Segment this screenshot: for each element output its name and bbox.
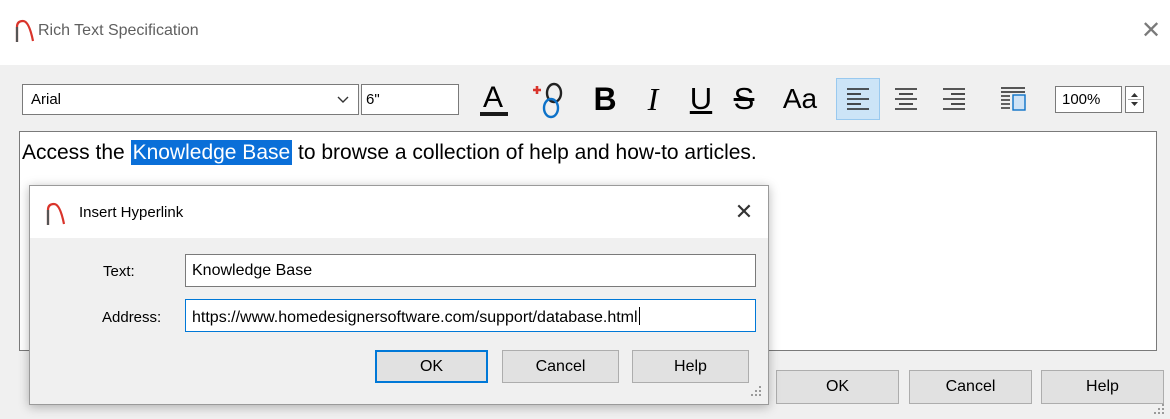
insert-link-icon <box>533 82 563 119</box>
resize-grip-icon[interactable] <box>1152 402 1166 416</box>
spin-arrows-icon <box>1128 93 1141 106</box>
main-cancel-button[interactable]: Cancel <box>909 370 1032 404</box>
dialog-help-button[interactable]: Help <box>632 350 749 383</box>
font-size-value: 6" <box>366 91 380 108</box>
dialog-resize-grip-icon[interactable] <box>749 384 763 398</box>
italic-icon: I <box>647 80 659 117</box>
dialog-ok-button[interactable]: OK <box>375 350 488 383</box>
main-window-title: Rich Text Specification <box>38 22 199 39</box>
editor-text-before: Access the <box>22 141 131 164</box>
dialog-title: Insert Hyperlink <box>79 204 184 221</box>
font-color-icon: A <box>480 81 508 116</box>
editor-text-after: to browse a collection of help and how-t… <box>292 141 757 164</box>
align-right-button[interactable] <box>934 78 974 120</box>
change-case-icon: Aa <box>782 83 818 114</box>
underline-icon: U <box>689 81 713 116</box>
svg-text:A: A <box>483 81 503 114</box>
text-caret <box>638 307 640 325</box>
insert-hyperlink-button[interactable] <box>525 78 571 120</box>
selected-link-text[interactable]: Knowledge Base <box>130 140 293 165</box>
columns-button[interactable] <box>992 78 1034 120</box>
font-family-select[interactable]: Arial <box>22 84 359 115</box>
zoom-field[interactable]: 100% <box>1055 86 1122 113</box>
zoom-stepper[interactable] <box>1125 86 1144 113</box>
main-title-bar: Rich Text Specification ✕ <box>0 0 1170 65</box>
insert-hyperlink-dialog: Insert Hyperlink ✕ Text: Knowledge Base … <box>29 185 769 405</box>
zoom-value: 100% <box>1062 91 1101 108</box>
chevron-down-icon[interactable] <box>336 89 350 114</box>
align-center-icon <box>895 88 917 110</box>
main-close-icon[interactable]: ✕ <box>1138 18 1164 44</box>
font-family-value: Arial <box>31 91 62 108</box>
editor-paragraph: Access the Knowledge Base to browse a co… <box>22 140 757 165</box>
font-color-button[interactable]: A <box>473 78 515 120</box>
app-logo-icon <box>15 19 35 42</box>
align-right-icon <box>943 88 965 110</box>
main-help-button[interactable]: Help <box>1041 370 1164 404</box>
underline-button[interactable]: U <box>681 78 721 120</box>
align-left-button[interactable] <box>836 78 880 120</box>
align-center-button[interactable] <box>886 78 926 120</box>
dialog-cancel-button[interactable]: Cancel <box>502 350 619 383</box>
font-size-field[interactable]: 6" <box>361 84 459 115</box>
link-text-input[interactable]: Knowledge Base <box>185 254 756 287</box>
text-label: Text: <box>103 263 135 280</box>
bold-icon: B <box>593 80 617 117</box>
app-logo-icon <box>46 202 66 225</box>
dialog-close-icon[interactable]: ✕ <box>730 198 758 226</box>
link-text-value: Knowledge Base <box>192 262 313 279</box>
strikethrough-button[interactable]: S <box>724 78 764 120</box>
main-ok-button[interactable]: OK <box>776 370 899 404</box>
dialog-title-bar: Insert Hyperlink ✕ <box>30 186 768 238</box>
align-left-icon <box>847 88 869 110</box>
address-value: https://www.homedesignersoftware.com/sup… <box>192 309 638 326</box>
columns-icon <box>1001 87 1026 111</box>
address-input[interactable]: https://www.homedesignersoftware.com/sup… <box>185 299 756 332</box>
address-label: Address: <box>102 309 162 326</box>
italic-button[interactable]: I <box>633 78 673 120</box>
address-value-wrap: https://www.homedesignersoftware.com/sup… <box>192 307 640 327</box>
strikethrough-icon: S <box>733 81 755 116</box>
bold-button[interactable]: B <box>585 78 625 120</box>
change-case-button[interactable]: Aa <box>776 78 824 120</box>
